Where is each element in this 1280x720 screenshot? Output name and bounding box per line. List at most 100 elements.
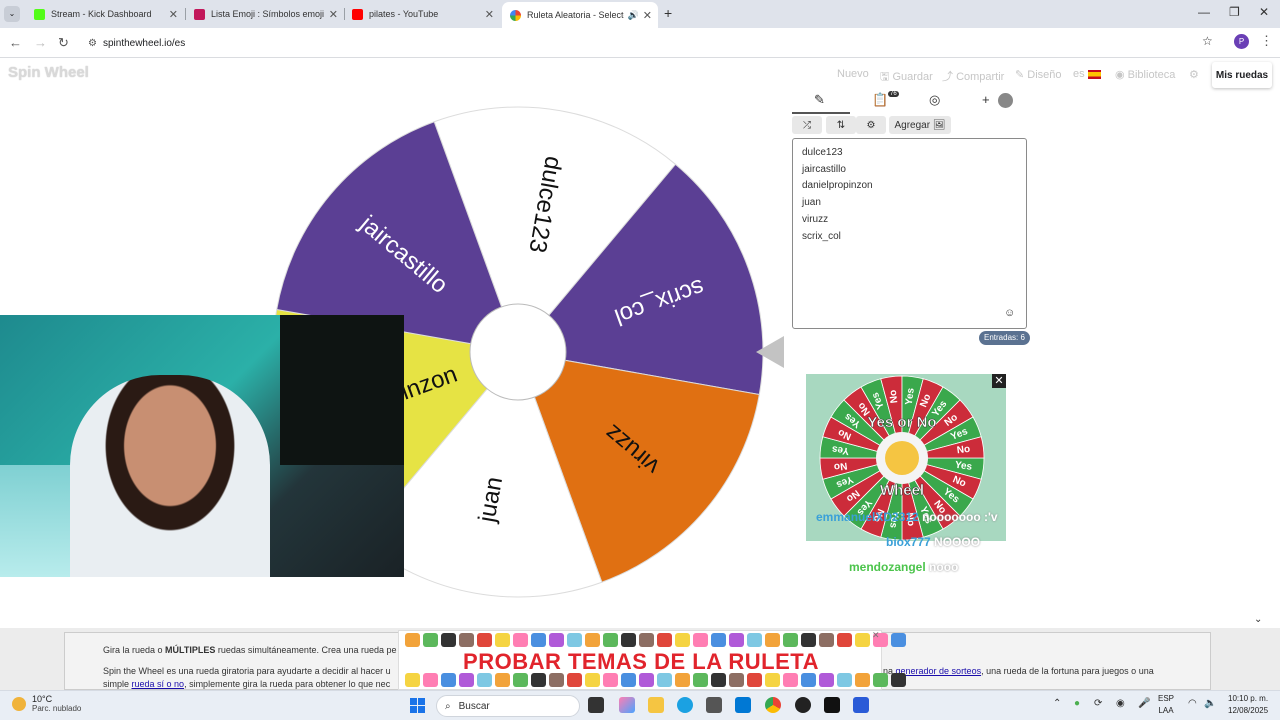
entries-textarea[interactable]: dulce123 jaircastillo danielpropinzon ju… xyxy=(792,138,1027,329)
input-language-indicator[interactable]: ESP LAA xyxy=(1158,693,1174,717)
tray-sync-icon[interactable]: ⟳ xyxy=(1094,698,1102,709)
emoji-tile-icon xyxy=(441,633,456,647)
emoji-tile-icon xyxy=(819,633,834,647)
my-wheels-button[interactable]: Mis ruedas xyxy=(1212,62,1272,88)
nav-design[interactable]: ✎ Diseño xyxy=(1015,68,1062,81)
chat-message: biox777 NOOOO xyxy=(886,535,980,549)
app-icon[interactable] xyxy=(853,697,869,713)
tab-lista-emoji[interactable]: Lista Emoji : Símbolos emoji na ✕ xyxy=(186,2,344,26)
nav-library[interactable]: ◉ Biblioteca xyxy=(1115,68,1175,81)
nav-share[interactable]: ⤴ Compartir xyxy=(942,68,1004,84)
tiktok-icon[interactable] xyxy=(824,697,840,713)
banner-close-icon[interactable]: ✕ xyxy=(872,630,880,641)
microphone-icon[interactable]: 🎤 xyxy=(1138,698,1150,709)
emoji-tile-icon xyxy=(621,673,636,687)
webcam-person xyxy=(70,375,270,577)
windows-start-icon[interactable] xyxy=(410,698,426,714)
close-tab-icon[interactable]: ✕ xyxy=(485,8,494,21)
nav-share-label: Compartir xyxy=(956,71,1005,83)
obs-icon[interactable] xyxy=(795,697,811,713)
lang-code: ESP xyxy=(1158,694,1175,703)
emoji-tile-icon xyxy=(855,673,870,687)
volume-icon[interactable]: 🔈 xyxy=(1204,698,1216,709)
tab-kick-dashboard[interactable]: Stream - Kick Dashboard ✕ xyxy=(26,2,184,26)
nav-language-label: es xyxy=(1073,68,1085,80)
emoji-tile-icon xyxy=(549,633,564,647)
add-image-button[interactable]: Agregar 🖼 xyxy=(889,116,951,134)
entry-line: danielpropinzon xyxy=(802,180,873,192)
tab-youtube[interactable]: pilates - YouTube ✕ xyxy=(344,2,500,26)
sort-button[interactable]: ⇅ xyxy=(826,116,856,134)
site-info-icon[interactable]: ⚙ xyxy=(88,38,97,49)
settings-gear-icon[interactable]: ⚙ xyxy=(1189,68,1199,81)
emoji-tile-icon xyxy=(837,673,852,687)
clipboard-icon[interactable]: 📋 xyxy=(872,92,888,108)
wifi-icon[interactable]: ◠ xyxy=(1188,698,1197,709)
restore-button[interactable]: ❐ xyxy=(1229,5,1240,19)
bookmark-star-icon[interactable]: ☆ xyxy=(1202,34,1213,48)
ad-title: Yes or No xyxy=(867,414,936,431)
nav-new[interactable]: Nuevo xyxy=(837,68,869,80)
text-span: , una rueda de la fortuna para juegos o … xyxy=(981,666,1154,676)
back-button[interactable]: ← xyxy=(9,35,22,50)
nav-language[interactable]: es xyxy=(1073,68,1101,80)
emoji-tile-icon xyxy=(675,633,690,647)
taskbar-search-box[interactable]: ⌕ Buscar xyxy=(436,695,580,717)
new-tab-button[interactable]: + xyxy=(664,5,672,21)
wheel-center-hub[interactable] xyxy=(469,303,567,401)
yes-no-wheel-link[interactable]: rueda sí o no xyxy=(132,679,185,689)
emoji-tile-icon xyxy=(441,673,456,687)
emoji-tile-icon xyxy=(459,673,474,687)
hide-eye-icon[interactable]: ◎ xyxy=(929,92,940,108)
settings-icon[interactable]: ⚙ xyxy=(856,116,886,134)
emoji-tile-icon xyxy=(801,633,816,647)
text-span-bold: MÚLTIPLES xyxy=(165,645,216,655)
minimize-button[interactable]: — xyxy=(1198,5,1210,19)
emoji-picker-icon[interactable]: ☺ xyxy=(1004,307,1015,319)
weather-widget[interactable]: 10°C Parc. nublado xyxy=(12,694,81,713)
tab-search-chevron-icon[interactable]: ⌄ xyxy=(4,6,20,22)
tray-app-icon[interactable]: ● xyxy=(1074,698,1080,709)
description-line-2a: Spin the Wheel es una rueda giratoria pa… xyxy=(103,666,391,676)
close-tab-icon[interactable]: ✕ xyxy=(329,8,338,21)
text-span: simple xyxy=(103,679,132,689)
pencil-icon[interactable]: ✎ xyxy=(814,92,825,108)
emoji-tile-icon xyxy=(693,633,708,647)
show-hidden-icons-chevron-icon[interactable]: ⌃ xyxy=(1053,698,1061,709)
emoji-tile-icon xyxy=(765,633,780,647)
shuffle-button[interactable]: ⤮ xyxy=(792,116,822,134)
ad-wheel-label: No xyxy=(888,389,901,404)
scroll-down-chevron-icon[interactable]: ⌄ xyxy=(1254,614,1262,625)
app-icon[interactable] xyxy=(706,697,722,713)
close-tab-icon[interactable]: ✕ xyxy=(643,9,652,22)
chrome-icon[interactable] xyxy=(765,697,781,713)
edge-icon[interactable] xyxy=(677,697,693,713)
wheel-themes-banner[interactable]: PROBAR TEMAS DE LA RULETA xyxy=(398,630,906,690)
forward-button[interactable]: → xyxy=(34,35,47,50)
ad-close-button[interactable]: ✕ xyxy=(992,374,1006,388)
taskbar-clock[interactable]: 10:10 p. m. 12/08/2025 xyxy=(1228,693,1268,717)
wheel-thumbnail-icon[interactable] xyxy=(998,93,1013,108)
file-explorer-icon[interactable] xyxy=(648,697,664,713)
profile-avatar[interactable]: P xyxy=(1234,34,1249,49)
nav-save[interactable]: 🖫 Guardar xyxy=(880,68,933,87)
emoji-tile-icon xyxy=(531,633,546,647)
store-icon[interactable] xyxy=(735,697,751,713)
audio-playing-icon[interactable]: 🔊 xyxy=(628,10,639,21)
close-tab-icon[interactable]: ✕ xyxy=(169,8,178,21)
tray-eye-icon[interactable]: ◉ xyxy=(1116,698,1125,709)
copilot-icon[interactable] xyxy=(619,697,635,713)
emoji-tile-icon xyxy=(423,633,438,647)
emoji-tile-icon xyxy=(657,673,672,687)
tab-ruleta-aleatoria[interactable]: Ruleta Aleatoria - Selector 🔊 ✕ xyxy=(502,2,658,28)
address-bar[interactable]: ⚙ spinthewheel.io/es xyxy=(80,31,1220,55)
ad-wheel-label: Yes xyxy=(954,460,973,473)
giveaway-generator-link[interactable]: generador de sorteos xyxy=(896,666,982,676)
close-window-button[interactable]: ✕ xyxy=(1259,5,1269,19)
emoji-tile-icon xyxy=(891,633,906,647)
browser-menu-icon[interactable]: ⋮ xyxy=(1260,33,1273,49)
add-wheel-icon[interactable]: + xyxy=(982,92,990,107)
search-icon: ⌕ xyxy=(445,700,451,712)
reload-button[interactable]: ↻ xyxy=(58,35,69,51)
task-view-icon[interactable] xyxy=(588,697,604,713)
